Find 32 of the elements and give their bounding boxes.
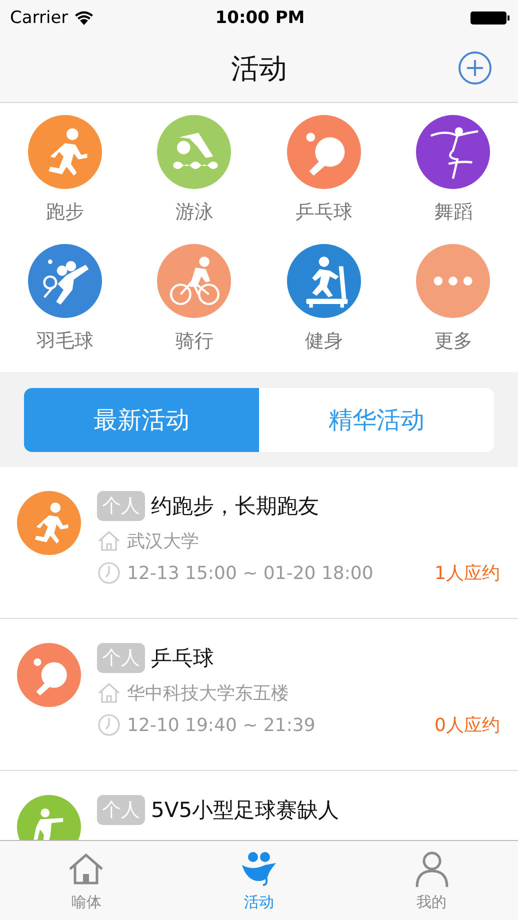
tab-bar-item[interactable]: 我的	[345, 841, 518, 920]
activity-location: 武汉大学	[127, 530, 199, 553]
tab-bar-item[interactable]: 喻体	[0, 841, 173, 920]
tab-bar-item[interactable]: 活动	[172, 841, 346, 920]
signup-count: 0人应约	[434, 714, 500, 737]
add-button[interactable]	[458, 51, 492, 85]
clock-icon	[97, 561, 121, 585]
signup-count: 1人应约	[434, 562, 500, 585]
home-icon	[97, 529, 121, 553]
activity-title: 乒乓球	[151, 645, 214, 672]
category-item[interactable]: 骑行	[130, 244, 259, 358]
carrier-label: Carrier	[10, 8, 68, 28]
activity-title: 5V5小型足球赛缺人	[151, 797, 340, 824]
battery-icon	[470, 10, 510, 24]
category-item[interactable]: 更多	[388, 244, 518, 358]
category-item[interactable]: 羽毛球	[0, 244, 130, 358]
activity-time: 12-10 19:40 ~ 21:39	[127, 714, 316, 736]
category-item[interactable]: 跑步	[0, 115, 130, 230]
status-time: 10:00 PM	[215, 8, 305, 28]
activity-location: 华中科技大学东五楼	[127, 682, 289, 705]
activity-title: 约跑步，长期跑友	[151, 493, 319, 520]
category-item[interactable]: 舞蹈	[388, 115, 518, 230]
category-item[interactable]: 游泳	[130, 115, 259, 230]
wifi-icon	[74, 10, 94, 25]
category-item[interactable]: 乒乓球	[259, 115, 388, 230]
segment-tab[interactable]: 最新活动	[24, 388, 259, 452]
category-item[interactable]: 健身	[259, 244, 388, 358]
people-icon	[239, 849, 279, 889]
clock-icon	[97, 713, 121, 737]
activity-time: 12-13 15:00 ~ 01-20 18:00	[127, 562, 374, 584]
nav-title: 活动	[231, 50, 287, 86]
home-icon	[97, 681, 121, 705]
